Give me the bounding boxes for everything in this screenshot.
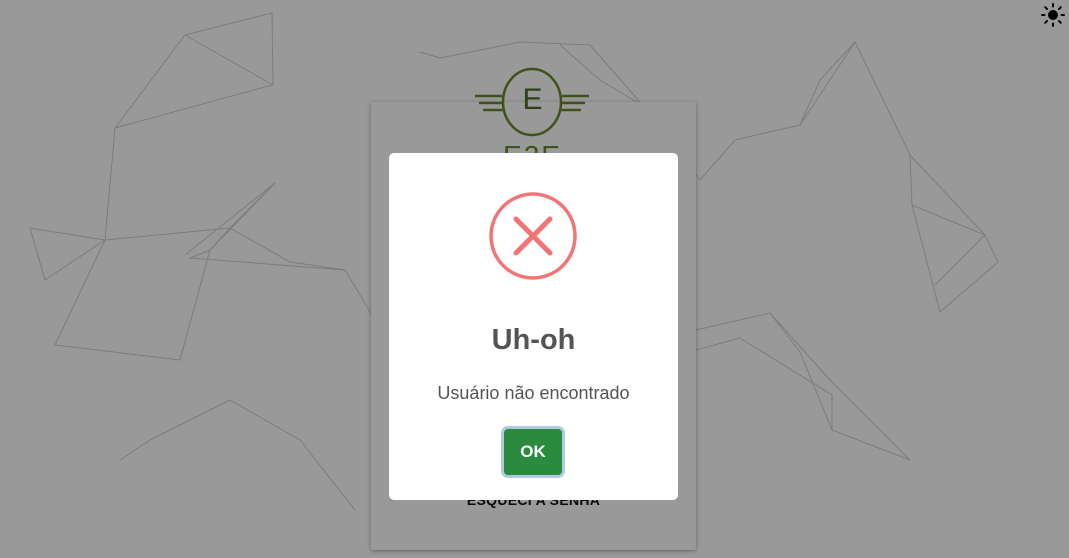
error-alert-dialog: Uh-oh Usuário não encontrado OK [389, 153, 678, 500]
sun-icon [1041, 3, 1065, 27]
alert-title: Uh-oh [491, 324, 576, 356]
theme-toggle-button[interactable] [1040, 2, 1066, 28]
ok-button[interactable]: OK [504, 429, 562, 475]
alert-message: Usuário não encontrado [437, 383, 630, 403]
error-x-icon [489, 192, 577, 280]
